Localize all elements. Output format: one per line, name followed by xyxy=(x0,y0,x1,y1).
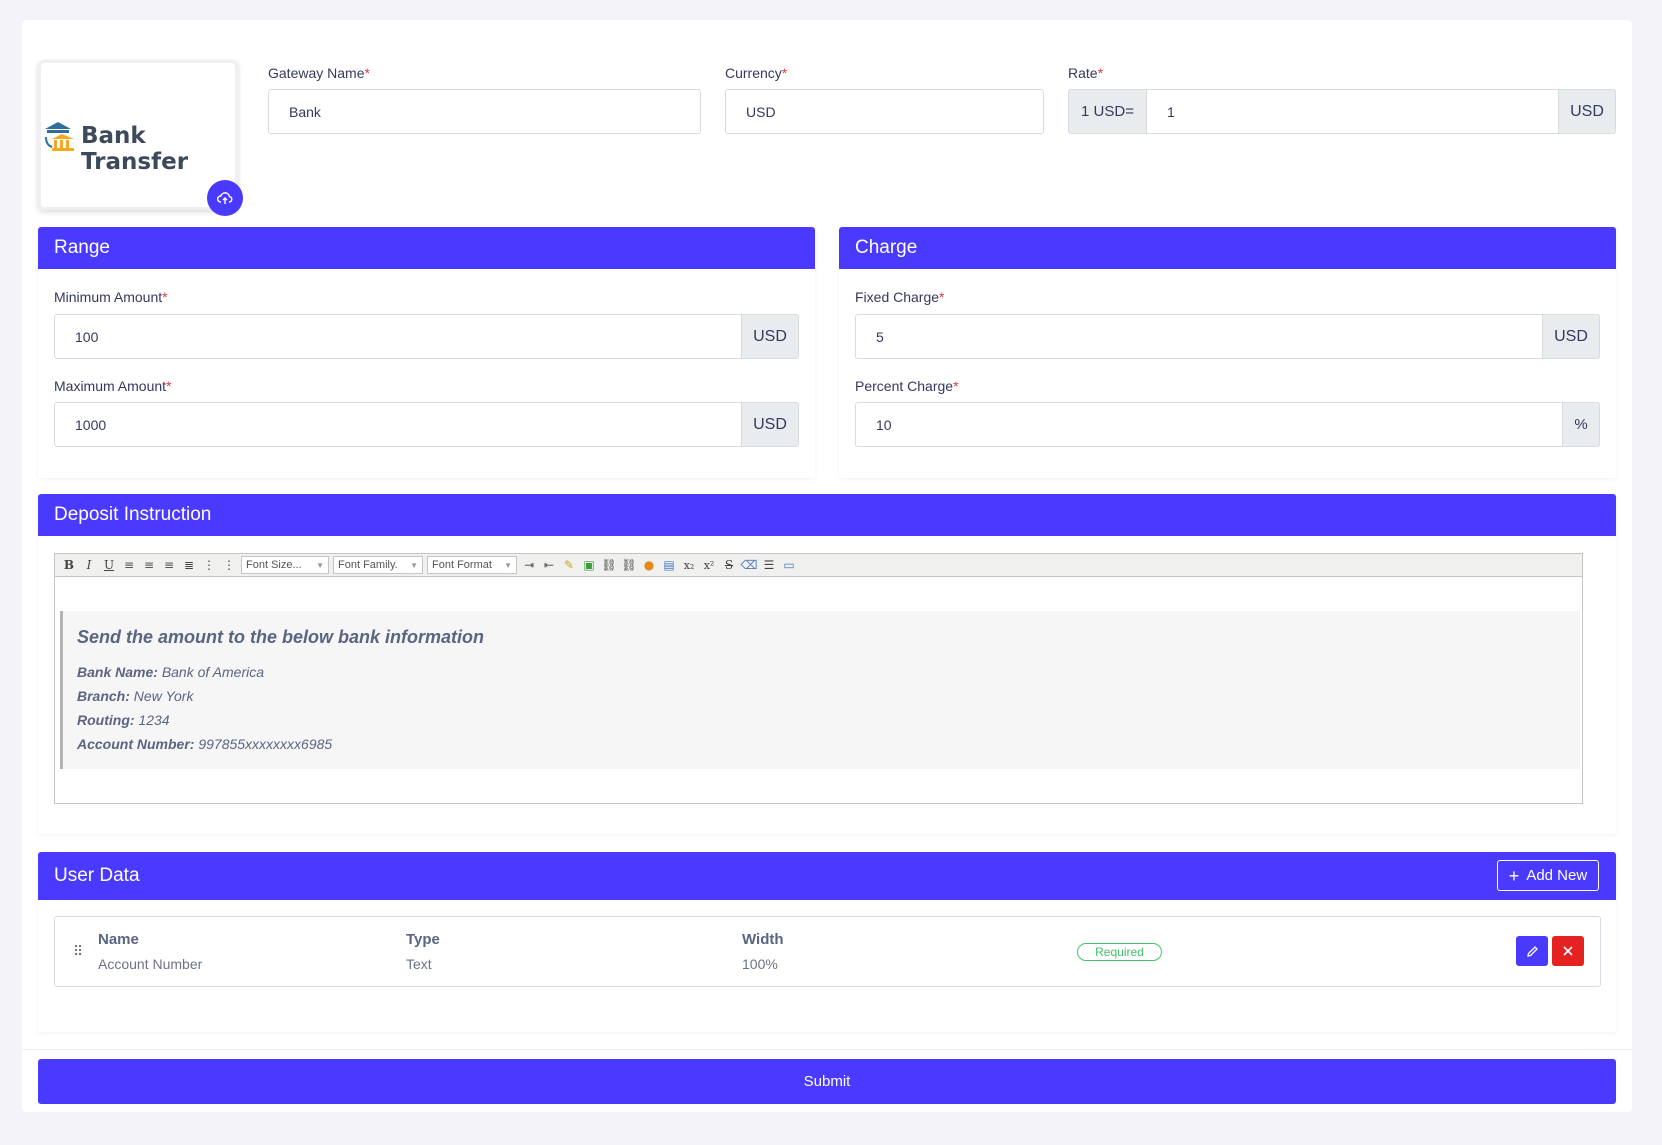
instruction-blockquote: Send the amount to the below bank inform… xyxy=(60,611,1580,769)
ordered-list-icon[interactable]: ⋮ xyxy=(199,555,219,575)
align-center-icon[interactable]: ≡ xyxy=(139,555,159,575)
percent-charge-input[interactable]: 10 xyxy=(855,402,1563,447)
italic-button[interactable]: I xyxy=(79,555,99,575)
gateway-name-label: Gateway Name* xyxy=(268,65,370,81)
rate-suffix: USD xyxy=(1558,89,1616,134)
add-new-button[interactable]: + Add New xyxy=(1497,860,1599,891)
unordered-list-icon[interactable]: ⋮ xyxy=(219,555,239,575)
type-value: Text xyxy=(406,956,432,972)
plus-icon: + xyxy=(1508,865,1520,886)
subscript-icon[interactable]: x₂ xyxy=(679,555,699,575)
horizontal-rule-icon[interactable]: ☰ xyxy=(759,555,779,575)
width-value: 100% xyxy=(742,956,778,972)
strikethrough-icon[interactable]: S xyxy=(719,555,739,575)
minimum-amount-label: Minimum Amount* xyxy=(54,289,168,305)
fixed-charge-label: Fixed Charge* xyxy=(855,289,945,305)
indent-icon[interactable]: ⇥ xyxy=(519,555,539,575)
edit-icon[interactable]: ✎ xyxy=(559,555,579,575)
upload-logo-button[interactable] xyxy=(207,180,243,216)
image-icon[interactable]: ▣ xyxy=(579,555,599,575)
font-size-select[interactable]: Font Size... ▼ xyxy=(241,556,329,574)
rate-input[interactable]: 1 xyxy=(1146,89,1559,134)
unlink-icon[interactable]: ⛓ xyxy=(619,555,639,575)
bank-name-line: Bank Name: Bank of America xyxy=(77,664,265,680)
name-header: Name xyxy=(98,931,139,948)
drag-handle-icon[interactable]: ⠿ xyxy=(73,943,83,960)
name-value: Account Number xyxy=(98,956,203,972)
charge-section-title: Charge xyxy=(839,227,1616,269)
delete-row-button[interactable] xyxy=(1552,936,1584,966)
close-icon xyxy=(1563,946,1573,956)
user-data-title: User Data xyxy=(38,852,1616,900)
edit-row-button[interactable] xyxy=(1516,936,1548,966)
align-justify-icon[interactable]: ≣ xyxy=(179,555,199,575)
required-badge: Required xyxy=(1077,943,1162,961)
fixed-charge-suffix: USD xyxy=(1542,314,1600,359)
footer-divider xyxy=(22,1049,1632,1050)
bank-icon xyxy=(45,122,74,151)
superscript-icon[interactable]: x² xyxy=(699,555,719,575)
color-icon[interactable]: ● xyxy=(639,555,659,575)
underline-button[interactable]: U xyxy=(99,555,119,575)
bold-button[interactable]: B xyxy=(59,555,79,575)
account-number-line: Account Number: 997855xxxxxxxx6985 xyxy=(77,736,333,752)
gateway-logo-preview: Bank Transfer xyxy=(38,60,238,210)
link-icon[interactable]: ⛓ xyxy=(599,555,619,575)
gateway-name-input[interactable]: Bank xyxy=(268,89,701,134)
width-header: Width xyxy=(742,931,784,948)
currency-label: Currency* xyxy=(725,65,788,81)
pencil-icon xyxy=(1526,945,1538,957)
rate-prefix: 1 USD= xyxy=(1068,89,1147,134)
maximum-amount-suffix: USD xyxy=(741,402,799,447)
percent-charge-label: Percent Charge* xyxy=(855,378,959,394)
currency-input[interactable]: USD xyxy=(725,89,1044,134)
rate-label: Rate* xyxy=(1068,65,1104,81)
font-family-select[interactable]: Font Family. ▼ xyxy=(333,556,423,574)
note-icon[interactable]: ▤ xyxy=(659,555,679,575)
range-section-title: Range xyxy=(38,227,815,269)
cloud-upload-icon xyxy=(217,192,233,204)
deposit-instruction-editor[interactable]: Send the amount to the below bank inform… xyxy=(54,577,1583,804)
type-header: Type xyxy=(406,931,440,948)
minimum-amount-suffix: USD xyxy=(741,314,799,359)
minimum-amount-input[interactable]: 100 xyxy=(54,314,742,359)
fixed-charge-input[interactable]: 5 xyxy=(855,314,1543,359)
align-left-icon[interactable]: ≡ xyxy=(119,555,139,575)
align-right-icon[interactable]: ≡ xyxy=(159,555,179,575)
maximum-amount-label: Maximum Amount* xyxy=(54,378,172,394)
branch-line: Branch: New York xyxy=(77,688,194,704)
percent-charge-suffix: % xyxy=(1562,402,1600,447)
maximum-amount-input[interactable]: 1000 xyxy=(54,402,742,447)
outdent-icon[interactable]: ⇤ xyxy=(539,555,559,575)
user-data-row: ⠿ Name Account Number Type Text Width 10… xyxy=(54,916,1601,987)
font-format-select[interactable]: Font Format ▼ xyxy=(427,556,517,574)
instruction-heading: Send the amount to the below bank inform… xyxy=(77,627,485,647)
editor-toolbar: B I U ≡ ≡ ≡ ≣ ⋮ ⋮ Font Size... ▼ Font Fam… xyxy=(54,553,1583,577)
submit-button[interactable]: Submit xyxy=(38,1059,1616,1104)
deposit-instruction-title: Deposit Instruction xyxy=(38,494,1616,536)
remove-format-icon[interactable]: ⌫ xyxy=(739,555,759,575)
logo-text: Bank Transfer xyxy=(81,123,189,175)
html-icon[interactable]: ▭ xyxy=(779,555,799,575)
routing-line: Routing: 1234 xyxy=(77,712,170,728)
